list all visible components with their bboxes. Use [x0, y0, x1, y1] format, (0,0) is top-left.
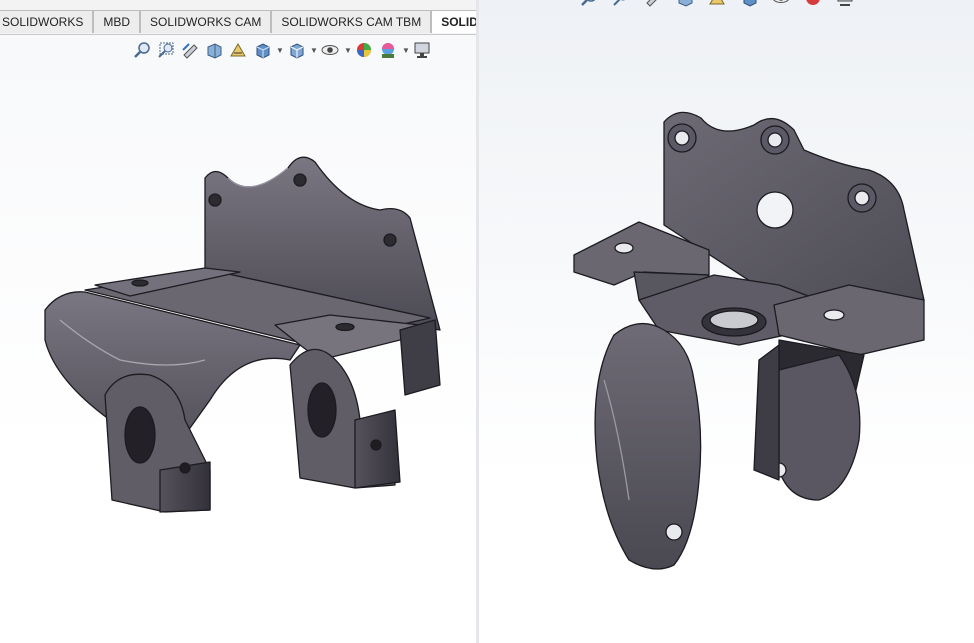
right-viewport[interactable] [479, 0, 974, 643]
part-view-bracket-iso[interactable] [479, 0, 974, 643]
left-viewport[interactable]: SOLIDWORKS MBD SOLIDWORKS CAM SOLIDWORKS… [0, 0, 476, 643]
part-view-bracket-front[interactable] [0, 0, 476, 643]
